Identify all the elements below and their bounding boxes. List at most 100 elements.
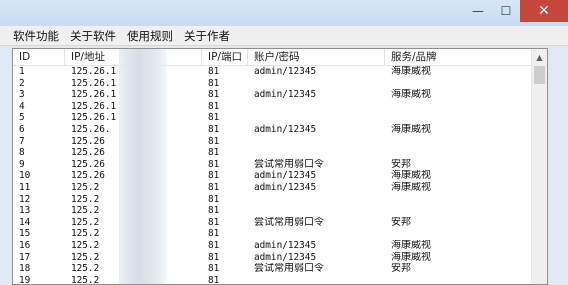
row-service-cell: 海康威视 <box>391 181 431 193</box>
table-row[interactable]: 4 125.26.1 81 <box>13 101 533 113</box>
row-port-cell: 81 <box>208 216 220 228</box>
row-service-cell: 安邦 <box>391 263 411 275</box>
row-service-cell <box>385 194 533 206</box>
row-id-cell: 1 <box>19 66 25 77</box>
table-row[interactable]: 11 125.2 81 admin/12345 海康威视 <box>13 182 533 194</box>
table-row[interactable]: 17 125.2 81 admin/12345 海康威视 <box>13 252 533 264</box>
list-rows: 1 125.26.1 81 admin/12345 海康威视 2 125.26.1 81 3 12… <box>13 66 533 285</box>
menu-item-about-author[interactable]: 关于作者 <box>184 27 230 45</box>
row-service-cell: 海康威视 <box>391 66 431 77</box>
row-account-cell <box>248 101 385 113</box>
vertical-scrollbar[interactable]: ▲ <box>531 49 547 284</box>
row-port-cell: 81 <box>208 263 220 275</box>
row-id-cell: 5 <box>19 112 25 124</box>
row-port-cell: 81 <box>208 193 220 205</box>
window-titlebar[interactable]: — ☐ ✕ <box>0 0 568 26</box>
column-header-service[interactable]: 服务/品牌 <box>385 49 533 66</box>
table-row[interactable]: 8 125.26 81 <box>13 147 533 159</box>
redaction-blur <box>119 49 167 284</box>
menu-item-about-software[interactable]: 关于软件 <box>70 27 116 45</box>
row-id-cell: 17 <box>19 251 31 263</box>
row-service-cell <box>385 205 533 217</box>
table-row[interactable]: 5 125.26.1 81 <box>13 112 533 124</box>
row-port-cell: 81 <box>208 251 220 263</box>
row-service-cell: 安邦 <box>391 216 411 228</box>
row-service-cell: 海康威视 <box>391 123 431 135</box>
row-account-cell <box>248 112 385 124</box>
row-account-cell: admin/12345 <box>254 89 317 101</box>
row-service-cell: 海康威视 <box>391 251 431 263</box>
row-account-cell: admin/12345 <box>254 170 317 182</box>
column-header-id[interactable]: ID <box>13 49 65 66</box>
row-port-cell: 81 <box>208 112 220 124</box>
list-header: ID IP/地址 IP/端口 账户/密码 服务/品牌 <box>13 49 533 66</box>
table-row[interactable]: 6 125.26. 81 admin/12345 海康威视 <box>13 124 533 136</box>
table-row[interactable]: 16 125.2 81 admin/12345 海康威视 <box>13 240 533 252</box>
table-row[interactable]: 18 125.2 81 尝试常用弱口令 安邦 <box>13 263 533 275</box>
row-account-cell <box>248 78 385 90</box>
row-service-cell: 海康威视 <box>391 170 431 182</box>
row-id-cell: 12 <box>19 193 31 205</box>
row-id-cell: 6 <box>19 123 25 135</box>
results-list[interactable]: ID IP/地址 IP/端口 账户/密码 服务/品牌 1 125.26.1 81 ad… <box>12 48 548 285</box>
row-id-cell: 4 <box>19 100 25 112</box>
row-service-cell <box>385 275 533 284</box>
row-id-cell: 16 <box>19 239 31 251</box>
row-port-cell: 81 <box>208 205 220 217</box>
row-id-cell: 9 <box>19 158 25 170</box>
row-service-cell <box>385 136 533 148</box>
close-button[interactable]: ✕ <box>520 0 568 22</box>
table-row[interactable]: 12 125.2 81 <box>13 194 533 206</box>
table-row[interactable]: 3 125.26.1 81 admin/12345 海康威视 <box>13 89 533 101</box>
column-header-port[interactable]: IP/端口 <box>202 49 248 66</box>
row-service-cell <box>385 147 533 159</box>
row-account-cell <box>248 228 385 240</box>
row-account-cell <box>248 275 385 284</box>
menu-item-usage-rules[interactable]: 使用规则 <box>127 27 173 45</box>
menu-item-software-functions[interactable]: 软件功能 <box>13 27 59 45</box>
row-port-cell: 81 <box>208 89 220 101</box>
row-account-cell: admin/12345 <box>254 181 317 193</box>
row-port-cell: 81 <box>208 181 220 193</box>
row-account-cell <box>248 136 385 148</box>
table-row[interactable]: 7 125.26 81 <box>13 136 533 148</box>
table-row[interactable]: 1 125.26.1 81 admin/12345 海康威视 <box>13 66 533 78</box>
row-port-cell: 81 <box>208 274 220 285</box>
table-row[interactable]: 9 125.26 81 尝试常用弱口令 安邦 <box>13 159 533 171</box>
row-id-cell: 18 <box>19 263 31 275</box>
row-account-cell: admin/12345 <box>254 251 317 263</box>
row-id-cell: 11 <box>19 181 31 193</box>
row-account-cell <box>248 147 385 159</box>
window-controls: — ☐ ✕ <box>464 0 568 22</box>
row-id-cell: 19 <box>19 274 31 285</box>
row-account-cell: admin/12345 <box>254 123 317 135</box>
row-account-cell: admin/12345 <box>254 239 317 251</box>
row-id-cell: 2 <box>19 77 25 89</box>
table-row[interactable]: 14 125.2 81 尝试常用弱口令 安邦 <box>13 217 533 229</box>
table-row[interactable]: 10 125.26 81 admin/12345 海康威视 <box>13 170 533 182</box>
row-account-cell: 尝试常用弱口令 <box>254 216 324 228</box>
row-id-cell: 7 <box>19 135 25 147</box>
maximize-button[interactable]: ☐ <box>492 0 520 22</box>
row-port-cell: 81 <box>208 147 220 159</box>
row-id-cell: 15 <box>19 228 31 240</box>
scroll-up-arrow-icon[interactable]: ▲ <box>532 49 547 65</box>
row-port-cell: 81 <box>208 123 220 135</box>
row-port-cell: 81 <box>208 170 220 182</box>
table-row[interactable]: 19 125.2 81 <box>13 274 533 285</box>
row-service-cell: 海康威视 <box>391 89 431 101</box>
row-account-cell <box>248 194 385 206</box>
row-account-cell: 尝试常用弱口令 <box>254 263 324 275</box>
row-port-cell: 81 <box>208 77 220 89</box>
table-row[interactable]: 2 125.26.1 81 <box>13 78 533 90</box>
row-port-cell: 81 <box>208 66 220 77</box>
column-header-account[interactable]: 账户/密码 <box>248 49 385 66</box>
row-port-cell: 81 <box>208 228 220 240</box>
row-service-cell <box>385 228 533 240</box>
row-id-cell: 10 <box>19 170 31 182</box>
table-row[interactable]: 13 125.2 81 <box>13 205 533 217</box>
table-row[interactable]: 15 125.2 81 <box>13 228 533 240</box>
minimize-button[interactable]: — <box>464 0 492 22</box>
scroll-thumb[interactable] <box>534 66 545 84</box>
row-id-cell: 8 <box>19 147 25 159</box>
